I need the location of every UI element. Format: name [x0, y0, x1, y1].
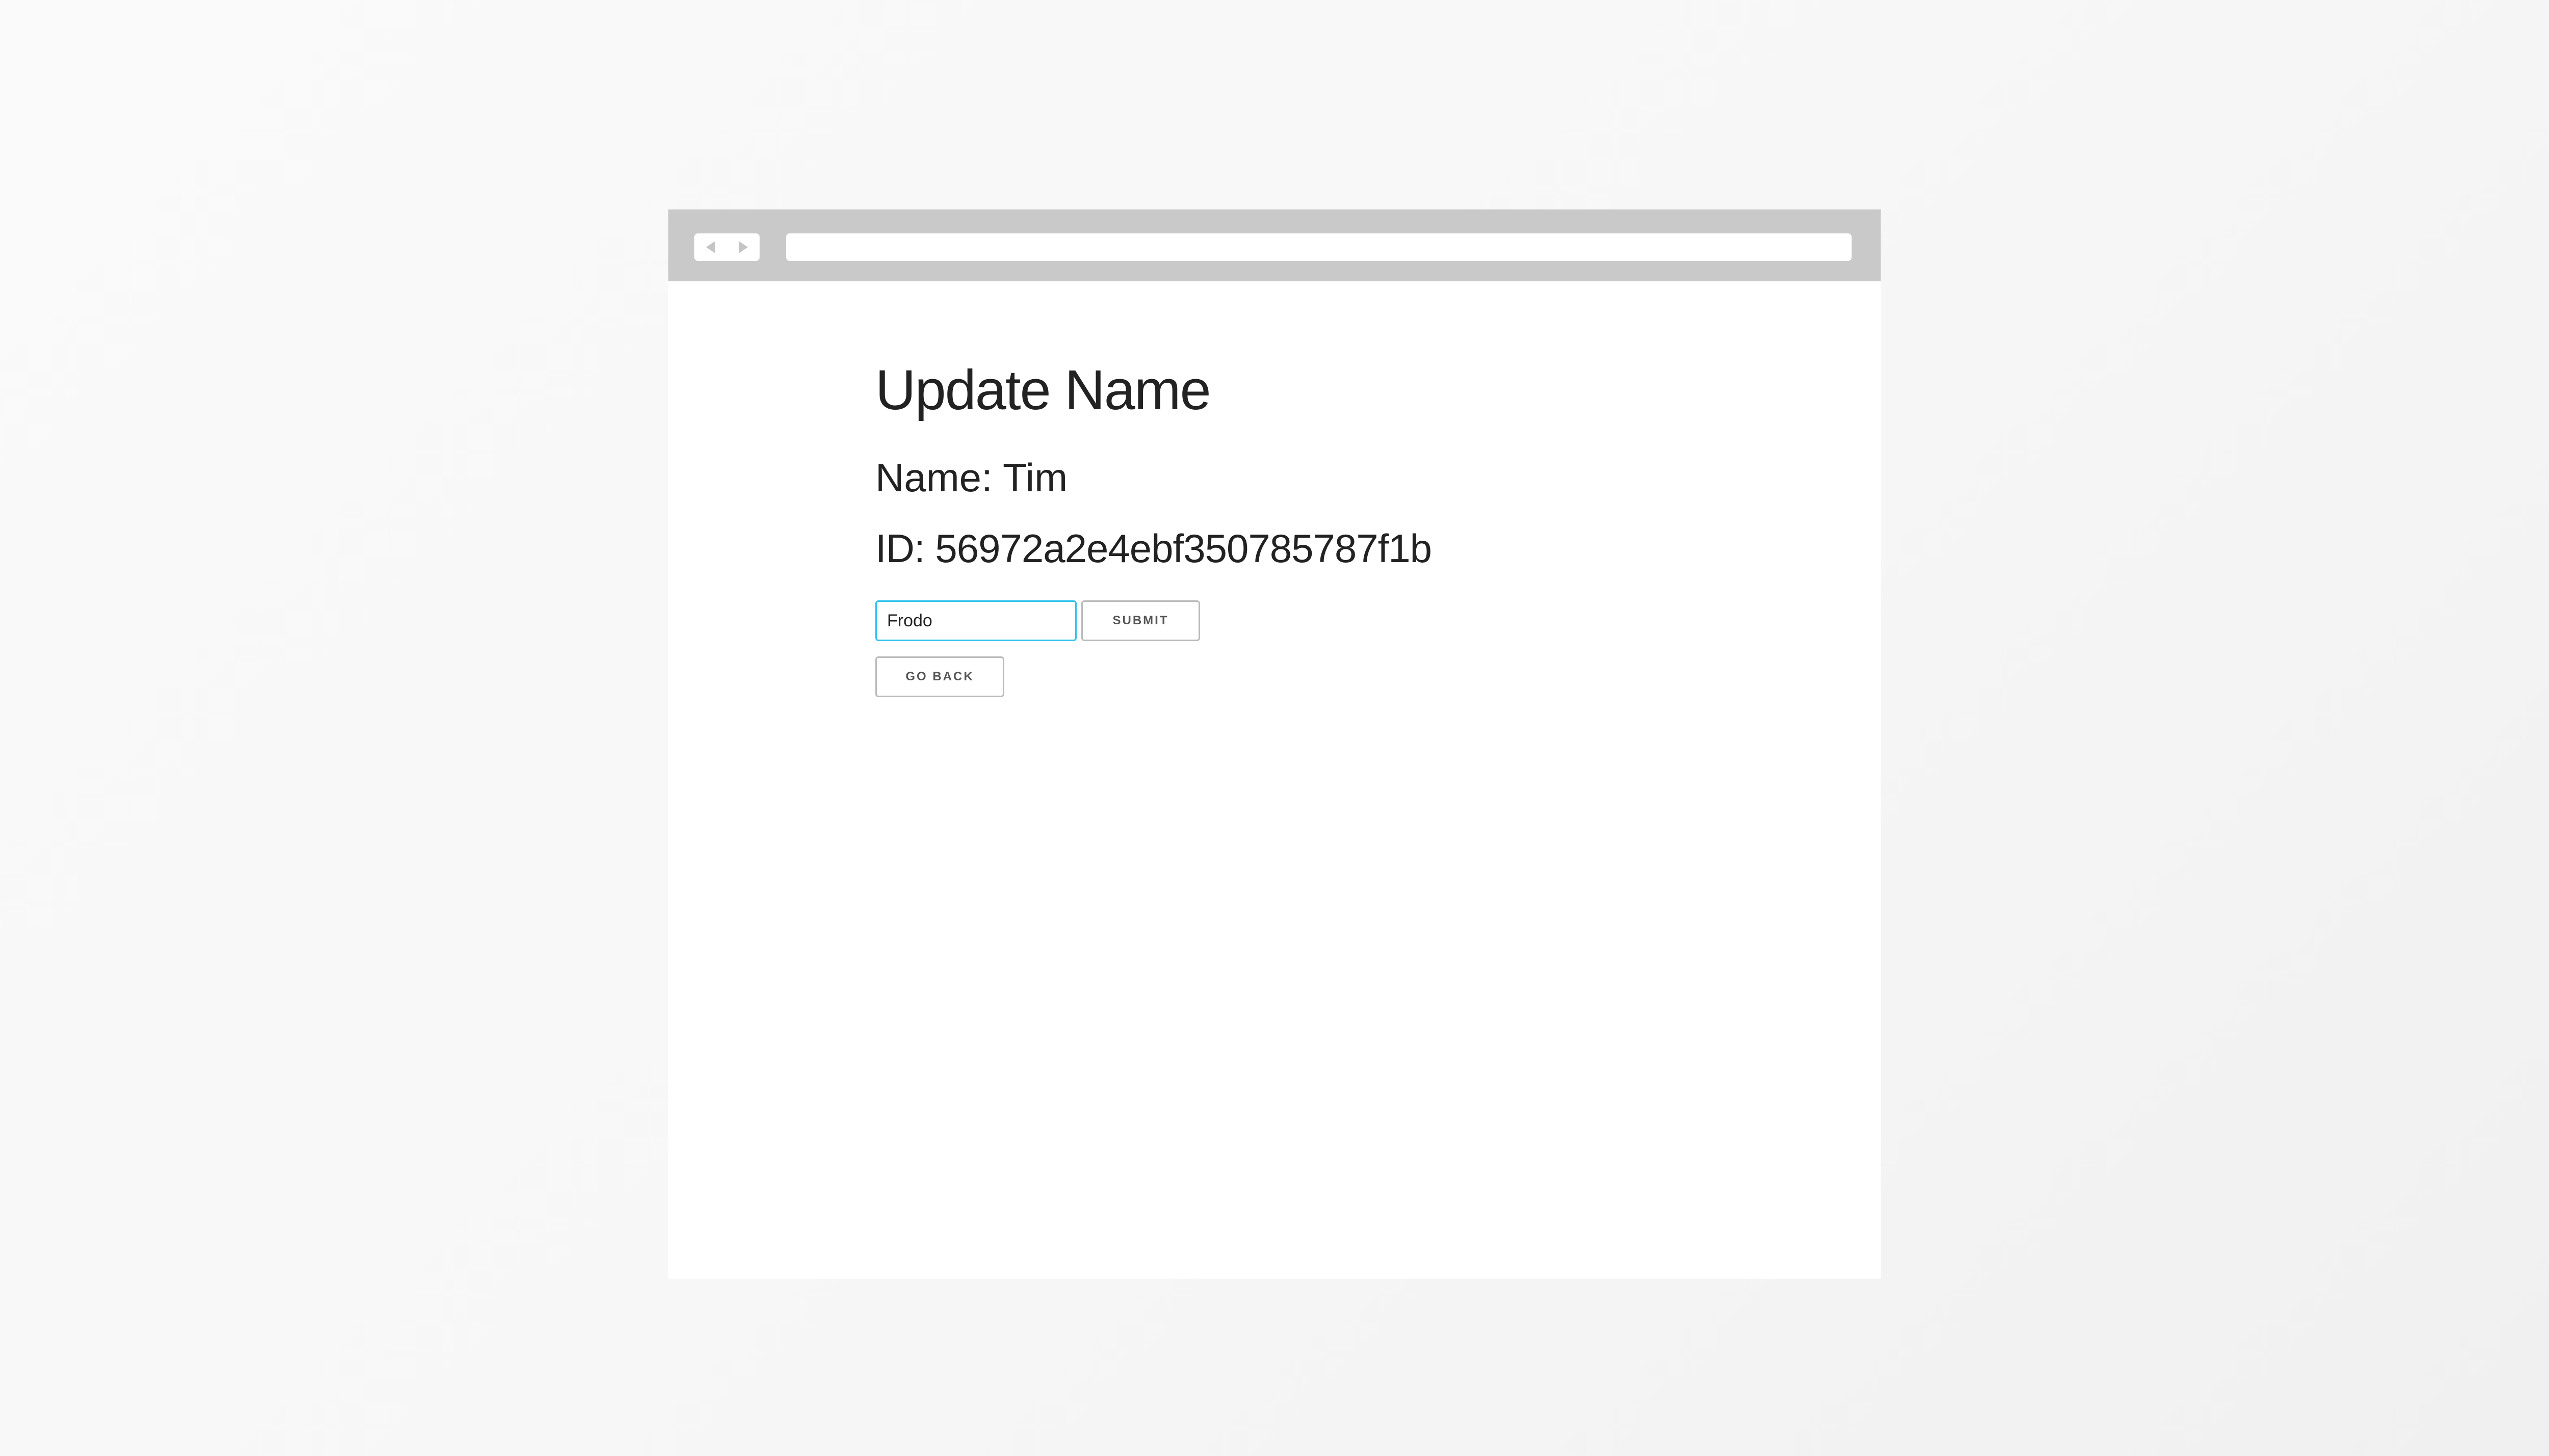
browser-toolbar [668, 209, 1881, 281]
triangle-left-icon [706, 241, 715, 253]
triangle-right-icon [739, 241, 748, 253]
record-id-text: ID: 56972a2e4ebf350785787f1b [875, 526, 1432, 571]
go-back-button[interactable]: GO BACK [875, 656, 1004, 697]
name-input[interactable] [875, 600, 1077, 641]
back-button[interactable] [694, 233, 727, 261]
browser-window: Update Name Name: Tim ID: 56972a2e4ebf35… [668, 209, 1881, 1279]
nav-buttons [694, 233, 760, 261]
address-bar[interactable] [786, 233, 1852, 261]
forward-button[interactable] [727, 233, 760, 261]
current-name-text: Name: Tim [875, 455, 1068, 500]
page-title: Update Name [875, 359, 1211, 421]
submit-button[interactable]: SUBMIT [1081, 600, 1200, 641]
